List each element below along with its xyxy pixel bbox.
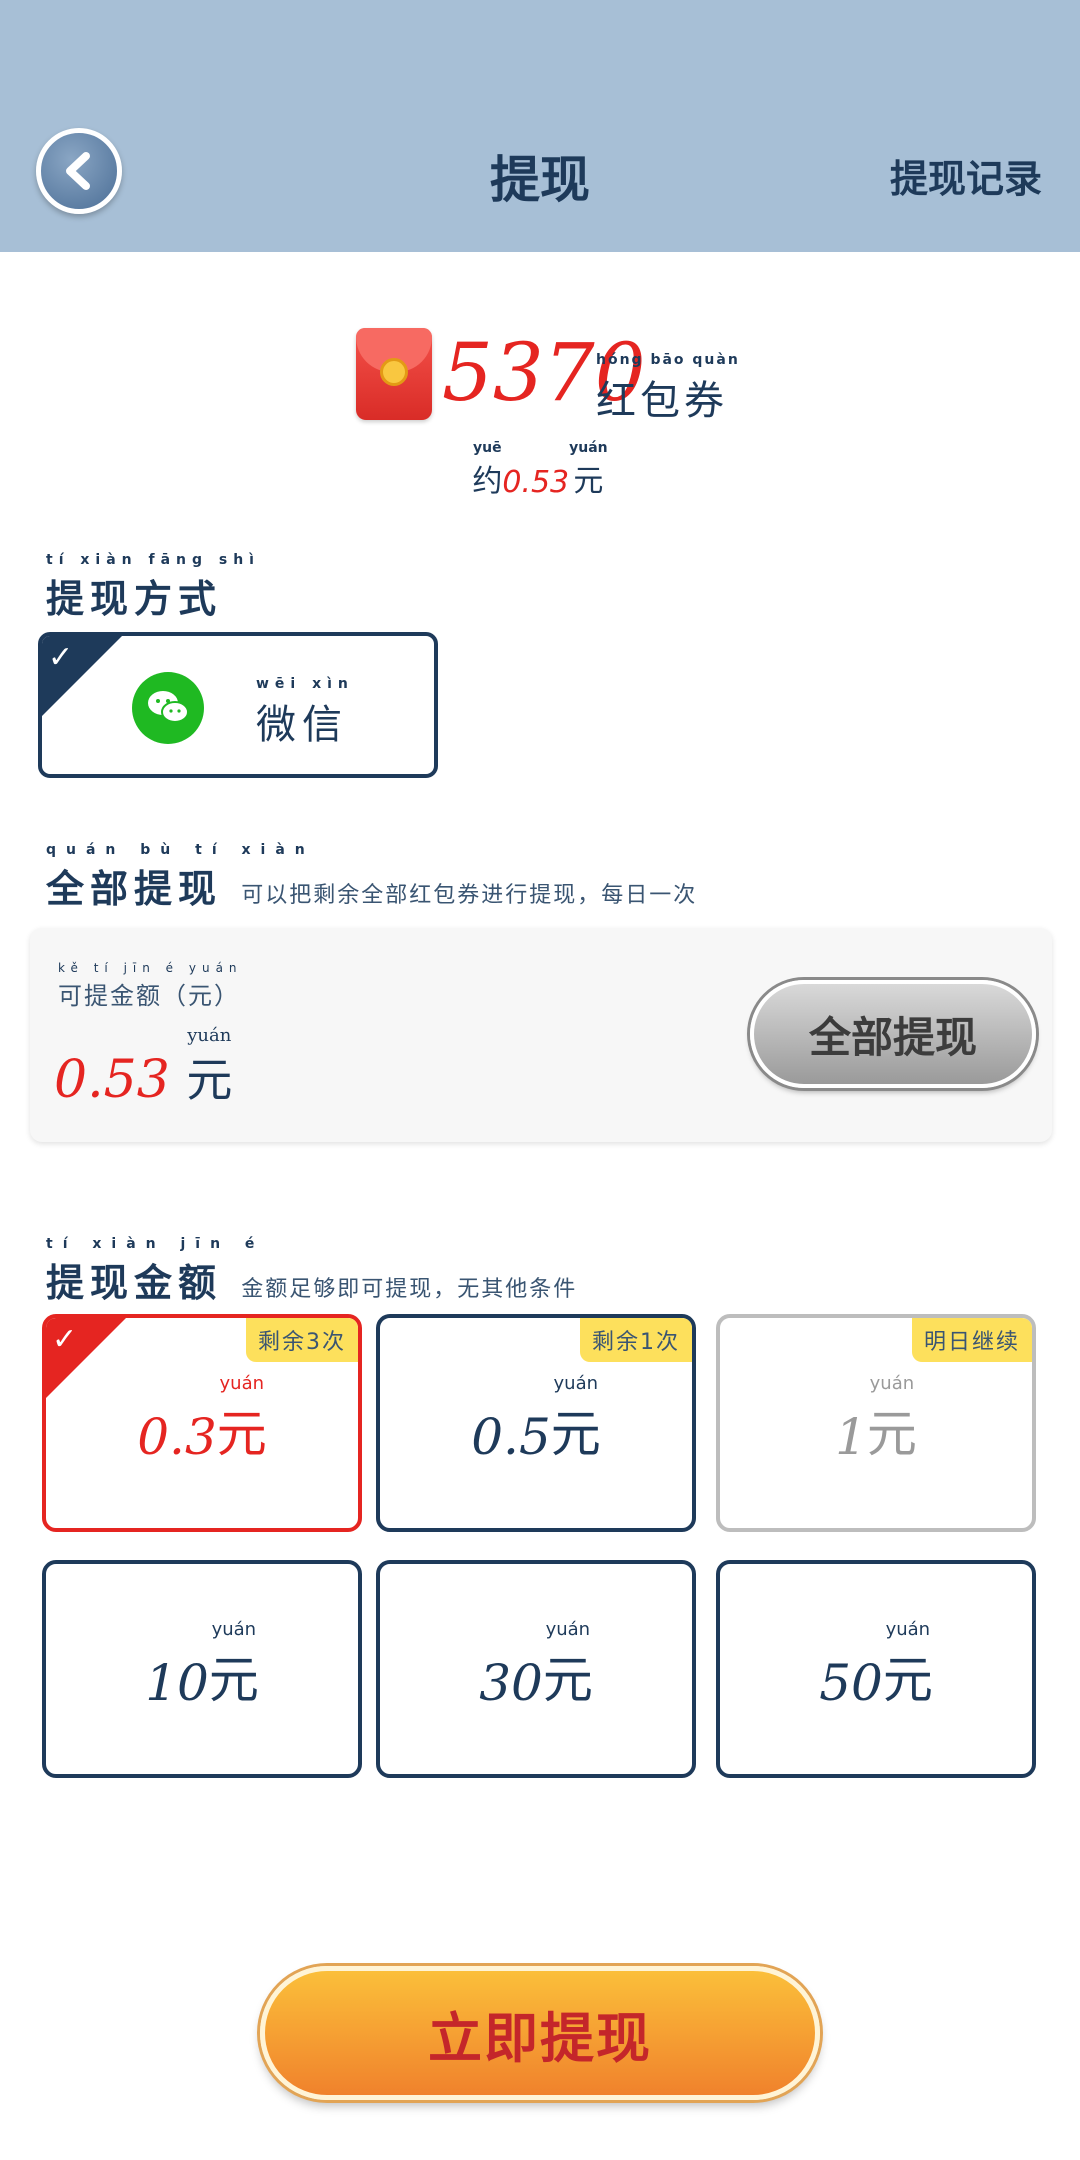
amount-option[interactable]: 30 yuán 元 xyxy=(376,1560,696,1778)
withdraw-now-button[interactable]: 立即提现 xyxy=(260,1966,820,2100)
amount-value: 0.3 yuán 元 xyxy=(137,1373,267,1467)
amount-option[interactable]: 50 yuán 元 xyxy=(716,1560,1036,1778)
amount-option[interactable]: 10 yuán 元 xyxy=(42,1560,362,1778)
coupon-label-pinyin: hóng bāo quàn xyxy=(596,352,740,368)
withdraw-page: 提现 提现记录 5370 hóng bāo quàn 红包券 yuē 约 0.53… xyxy=(0,0,1080,2160)
amount-section-note: 金额足够即可提现，无其他条件 xyxy=(241,1277,578,1302)
coupon-summary: 5370 hóng bāo quàn 红包券 xyxy=(0,322,1080,424)
available-amount: 0.53 yuán 元 xyxy=(54,1025,233,1111)
amount-value: 0.5 yuán 元 xyxy=(471,1373,601,1467)
remaining-badge: 剩余3次 xyxy=(246,1318,358,1362)
amount-option[interactable]: ✓ 剩余3次 0.3 yuán 元 xyxy=(42,1314,362,1532)
remaining-badge: 剩余1次 xyxy=(580,1318,692,1362)
top-bar: 提现 提现记录 xyxy=(0,0,1080,252)
full-withdraw-panel: kě tí jīn é yuán 可提金额（元） 0.53 yuán 元 全部提现 xyxy=(30,928,1052,1142)
amount-value: 50 yuán 元 xyxy=(819,1619,933,1713)
check-icon: ✓ xyxy=(48,640,74,675)
amount-value: 1 yuán 元 xyxy=(835,1373,917,1467)
amount-value: 30 yuán 元 xyxy=(479,1619,593,1713)
withdraw-records-link[interactable]: 提现记录 xyxy=(890,148,1042,203)
check-icon: ✓ xyxy=(52,1322,78,1357)
red-envelope-icon xyxy=(356,328,432,420)
method-option-wechat[interactable]: ✓ wēi xìn 微信 xyxy=(38,632,438,778)
full-withdraw-title: quán bù tí xiàn 全部提现 可以把剩余全部红包券进行提现，每日一次 xyxy=(46,842,698,911)
coupon-label: hóng bāo quàn 红包券 xyxy=(596,352,740,424)
amount-section-title: tí xiàn jīn é 提现金额 金额足够即可提现，无其他条件 xyxy=(46,1236,578,1305)
remaining-badge: 明日继续 xyxy=(911,1318,1032,1362)
coupon-approx-value: yuē 约 0.53 yuán 元 xyxy=(472,440,608,500)
method-section-title: tí xiàn fāng shì 提现方式 xyxy=(46,552,260,621)
wechat-icon xyxy=(132,672,204,744)
withdraw-all-button[interactable]: 全部提现 xyxy=(750,980,1036,1088)
method-label: wēi xìn 微信 xyxy=(256,676,354,748)
full-withdraw-note: 可以把剩余全部红包券进行提现，每日一次 xyxy=(241,883,698,908)
amount-option[interactable]: 剩余1次 0.5 yuán 元 xyxy=(376,1314,696,1532)
amount-value: 10 yuán 元 xyxy=(145,1619,259,1713)
amount-option[interactable]: 明日继续 1 yuán 元 xyxy=(716,1314,1036,1532)
available-label: kě tí jīn é yuán 可提金额（元） xyxy=(58,961,243,1010)
